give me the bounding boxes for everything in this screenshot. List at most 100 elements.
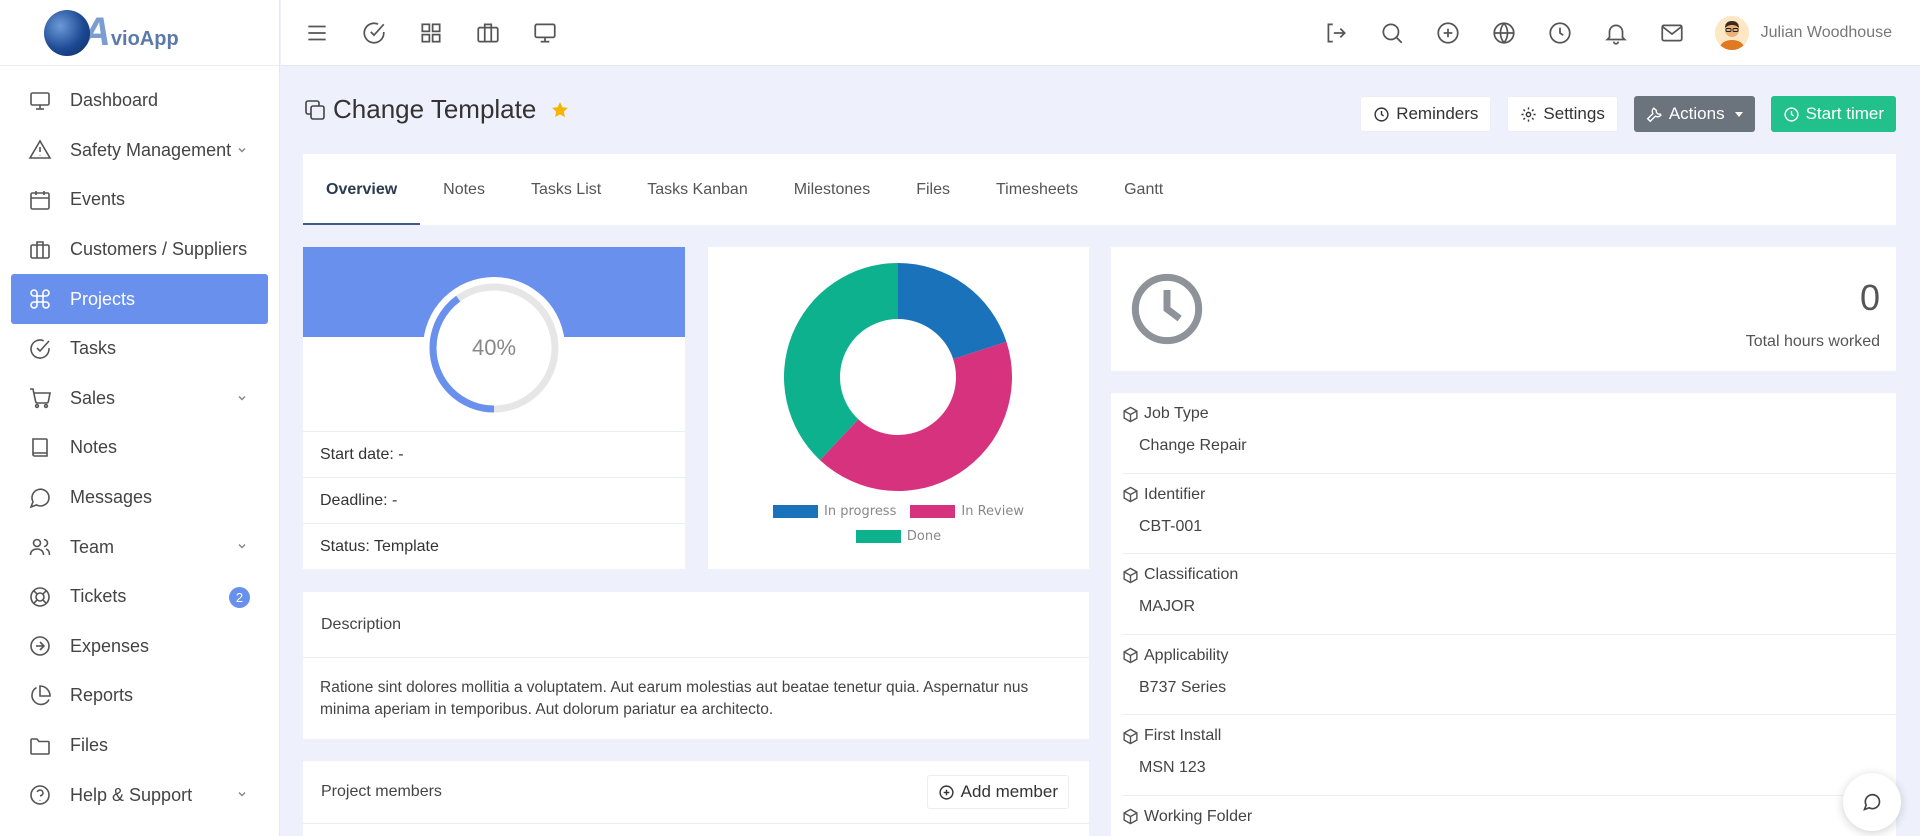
book-icon — [32, 438, 48, 457]
sidebar-item-reports[interactable]: Reports — [11, 671, 268, 721]
clock-icon — [1131, 273, 1203, 345]
sidebar-item-label: Dashboard — [70, 90, 159, 111]
page-header: Change Template — [303, 94, 570, 125]
info-key: Identifier — [1144, 485, 1206, 503]
info-value: CBT-001 — [1139, 517, 1203, 535]
sidebar-item-files[interactable]: Files — [11, 721, 268, 771]
donut-slice-in-progress[interactable] — [898, 263, 1007, 360]
legend-label: In progress — [824, 504, 897, 519]
sidebar-item-help-support[interactable]: Help & Support — [11, 770, 268, 820]
logo-word: vioApp — [110, 28, 179, 50]
total-hours-label: Total hours worked — [1745, 333, 1880, 350]
legend-item-done[interactable]: Done — [855, 529, 942, 544]
info-item-identifier: Identifier CBT-001 — [1122, 474, 1896, 554]
legend-label: Done — [906, 529, 942, 544]
sidebar: AvioApp Dashboard Safety Management Events… — [0, 0, 280, 836]
tab-notes[interactable]: Notes — [420, 154, 508, 225]
tab-gantt[interactable]: Gantt — [1101, 154, 1186, 225]
sidebar-item-team[interactable]: Team — [11, 522, 268, 572]
tab-overview[interactable]: Overview — [303, 154, 421, 225]
check-circle-icon[interactable] — [361, 20, 387, 46]
legend-item-in-progress[interactable]: In progress — [773, 504, 896, 519]
search-icon[interactable] — [1379, 20, 1405, 46]
users-icon — [29, 538, 51, 556]
info-key: Job Type — [1144, 405, 1209, 422]
plus-circle-icon[interactable] — [1435, 20, 1461, 46]
grid-icon[interactable] — [418, 20, 444, 46]
progress-card: 40% Start date: - Deadline: - Status: Te… — [303, 247, 685, 569]
chevron-down-icon — [238, 147, 246, 153]
actions-label: Actions — [1668, 104, 1725, 123]
sidebar-item-projects[interactable]: Projects — [11, 274, 268, 324]
legend-swatch — [910, 505, 956, 518]
caret-down-icon — [1734, 111, 1743, 117]
sidebar-item-tasks[interactable]: Tasks — [11, 324, 268, 374]
user-name[interactable]: Julian Woodhouse — [1761, 24, 1892, 42]
calendar-icon — [30, 190, 50, 210]
sidebar-item-label: Customers / Suppliers — [70, 239, 248, 260]
info-value: Change Repair — [1139, 437, 1247, 454]
app-logo[interactable]: AvioApp — [0, 0, 279, 66]
clock-icon[interactable] — [1547, 20, 1573, 46]
tab-bar: Overview Notes Tasks List Tasks Kanban Miles… — [303, 154, 1896, 225]
sidebar-item-dashboard[interactable]: Dashboard — [11, 76, 268, 126]
wrench-icon — [1646, 106, 1662, 122]
sidebar-item-label: Tickets — [70, 586, 127, 607]
info-value: B737 Series — [1139, 678, 1227, 696]
menu-icon[interactable] — [304, 20, 330, 46]
legend-swatch — [773, 505, 819, 518]
mail-icon[interactable] — [1659, 20, 1685, 46]
donut-slice-done[interactable] — [784, 263, 898, 461]
actions-dropdown[interactable]: Actions — [1633, 96, 1755, 132]
chart-legend: In progress In Review Done — [708, 499, 1089, 549]
globe-icon[interactable] — [1491, 20, 1517, 46]
add-member-button[interactable]: Add member — [926, 775, 1069, 809]
reminders-button[interactable]: Reminders — [1360, 96, 1492, 132]
info-key: First Install — [1144, 727, 1222, 744]
box-icon — [1123, 808, 1138, 825]
sidebar-item-sales[interactable]: Sales — [11, 374, 268, 424]
task-status-chart-card: In progress In Review Done — [708, 247, 1089, 569]
sidebar-item-notes[interactable]: Notes — [11, 423, 268, 473]
monitor-icon[interactable] — [532, 20, 558, 46]
lifebuoy-icon — [30, 586, 50, 607]
sidebar-item-expenses[interactable]: Expenses — [11, 622, 268, 672]
logout-icon[interactable] — [1323, 20, 1349, 46]
sidebar-item-label: Team — [70, 536, 115, 557]
start-timer-button[interactable]: Start timer — [1770, 96, 1896, 132]
bell-icon[interactable] — [1603, 20, 1629, 46]
info-key: Applicability — [1144, 646, 1229, 664]
avatar[interactable] — [1714, 15, 1749, 50]
sidebar-item-label: Sales — [70, 387, 116, 408]
sidebar-item-label: Messages — [70, 487, 153, 508]
info-item-working-folder: Working Folder — [1122, 796, 1896, 836]
tab-milestones[interactable]: Milestones — [771, 154, 893, 225]
warning-icon — [28, 139, 52, 160]
sidebar-nav: Dashboard Safety Management Events Customer… — [0, 66, 279, 820]
legend-item-in-review[interactable]: In Review — [910, 504, 1024, 519]
gear-icon — [1521, 106, 1536, 122]
sidebar-item-tickets[interactable]: Tickets 2 — [11, 572, 268, 622]
monitor-icon — [30, 91, 50, 110]
total-hours-value: 0 — [1859, 277, 1880, 318]
legend-swatch — [855, 530, 901, 543]
box-icon — [1123, 728, 1138, 744]
tab-timesheets[interactable]: Timesheets — [973, 154, 1101, 225]
sidebar-item-safety-management[interactable]: Safety Management — [11, 126, 268, 176]
briefcase-icon[interactable] — [475, 20, 501, 46]
sidebar-item-events[interactable]: Events — [11, 175, 268, 225]
sidebar-item-label: Tasks — [70, 338, 117, 359]
sidebar-item-customers-suppliers[interactable]: Customers / Suppliers — [11, 225, 268, 275]
sidebar-item-messages[interactable]: Messages — [11, 473, 268, 523]
chat-button[interactable] — [1843, 773, 1901, 831]
settings-button[interactable]: Settings — [1507, 96, 1618, 132]
tab-tasks-kanban[interactable]: Tasks Kanban — [624, 154, 771, 225]
page-title: Change Template — [333, 94, 537, 124]
tab-files[interactable]: Files — [893, 154, 973, 225]
tab-tasks-list[interactable]: Tasks List — [508, 154, 624, 225]
description-text: Ratione sint dolores mollitia a voluptat… — [320, 679, 1029, 718]
globe-logo-icon — [44, 9, 90, 56]
start-timer-label: Start timer — [1805, 104, 1884, 123]
star-icon[interactable] — [550, 100, 570, 120]
box-icon — [1123, 406, 1138, 422]
